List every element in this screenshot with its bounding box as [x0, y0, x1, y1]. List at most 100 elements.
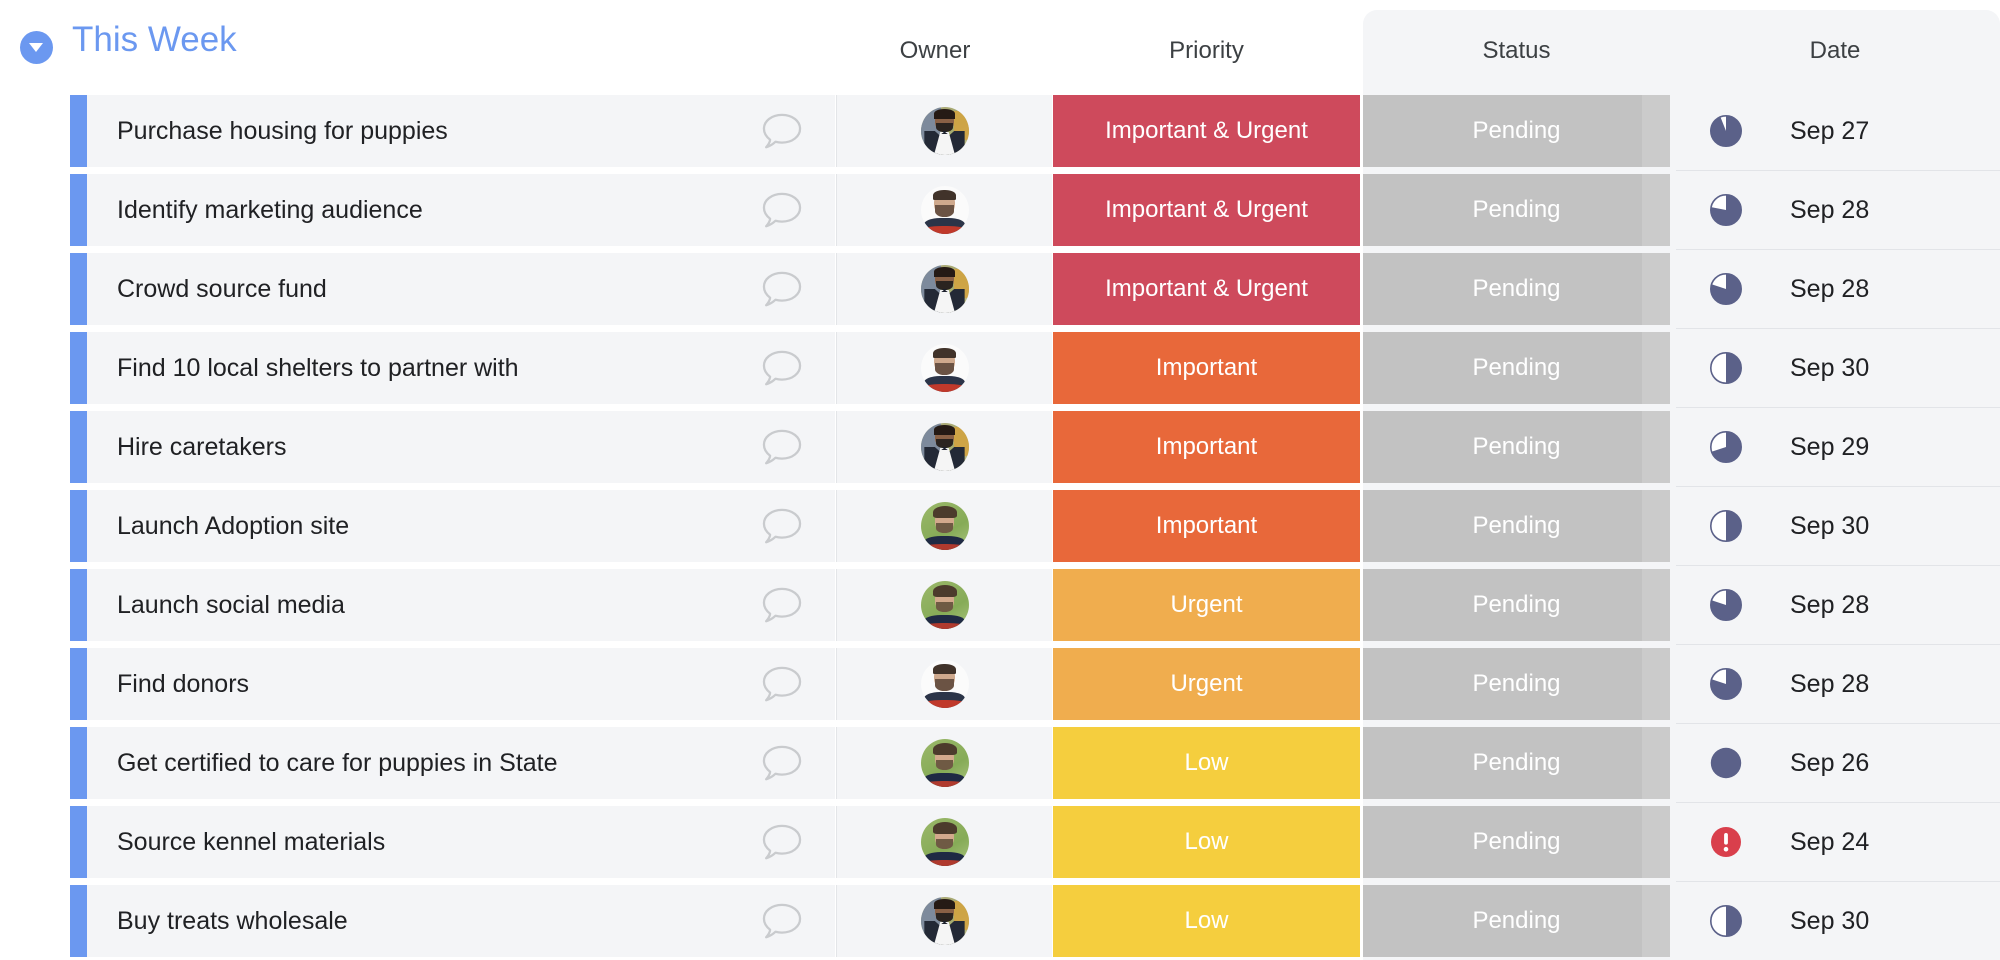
table-row[interactable]: Source kennel materials Low Pending Sep 24: [0, 806, 2000, 882]
date-cell[interactable]: Sep 28: [1676, 648, 2000, 720]
comment-bubble-icon[interactable]: [761, 112, 803, 150]
owner-cell[interactable]: [836, 727, 1052, 799]
comment-bubble-icon[interactable]: [761, 823, 803, 861]
task-name-cell[interactable]: Crowd source fund: [87, 253, 835, 325]
priority-cell[interactable]: Important & Urgent: [1053, 174, 1360, 246]
task-name-label: Find 10 local shelters to partner with: [117, 353, 519, 382]
task-name-cell[interactable]: Get certified to care for puppies in Sta…: [87, 727, 835, 799]
task-name-cell[interactable]: Launch Adoption site: [87, 490, 835, 562]
comment-bubble-icon[interactable]: [761, 586, 803, 624]
owner-cell[interactable]: [836, 490, 1052, 562]
date-cell[interactable]: Sep 30: [1676, 332, 2000, 404]
comment-bubble-icon[interactable]: [761, 349, 803, 387]
table-row[interactable]: Buy treats wholesale Low Pending Sep 30: [0, 885, 2000, 957]
date-cell[interactable]: Sep 27: [1676, 95, 2000, 167]
owner-cell[interactable]: [836, 806, 1052, 878]
task-name-cell[interactable]: Identify marketing audience: [87, 174, 835, 246]
table-row[interactable]: Identify marketing audience Important & U…: [0, 174, 2000, 250]
table-row[interactable]: Crowd source fund Important & Urgent Pendi…: [0, 253, 2000, 329]
date-cell[interactable]: Sep 28: [1676, 174, 2000, 246]
owner-cell[interactable]: [836, 253, 1052, 325]
task-name-cell[interactable]: Hire caretakers: [87, 411, 835, 483]
owner-cell[interactable]: [836, 411, 1052, 483]
owner-cell[interactable]: [836, 332, 1052, 404]
task-name-cell[interactable]: Buy treats wholesale: [87, 885, 835, 957]
status-label: Pending: [1472, 512, 1561, 539]
comment-bubble-icon[interactable]: [761, 191, 803, 229]
task-name-cell[interactable]: Find donors: [87, 648, 835, 720]
status-label: Pending: [1472, 275, 1561, 302]
comment-bubble-icon[interactable]: [761, 270, 803, 308]
chevron-down-circle-icon[interactable]: [20, 31, 53, 64]
status-cell[interactable]: Pending: [1363, 411, 1670, 483]
comment-bubble-icon[interactable]: [761, 428, 803, 466]
avatar[interactable]: [920, 660, 969, 708]
status-cell[interactable]: Pending: [1363, 95, 1670, 167]
avatar[interactable]: [920, 581, 969, 629]
priority-cell[interactable]: Urgent: [1053, 569, 1360, 641]
date-cell[interactable]: Sep 24: [1676, 806, 2000, 878]
status-cell[interactable]: Pending: [1363, 490, 1670, 562]
owner-cell[interactable]: [836, 569, 1052, 641]
status-cell[interactable]: Pending: [1363, 569, 1670, 641]
owner-cell[interactable]: [836, 95, 1052, 167]
table-row[interactable]: Get certified to care for puppies in Sta…: [0, 727, 2000, 803]
status-cell[interactable]: Pending: [1363, 727, 1670, 799]
avatar[interactable]: [920, 344, 969, 392]
column-header-owner[interactable]: Owner: [835, 37, 1035, 65]
avatar[interactable]: [920, 502, 969, 550]
table-row[interactable]: Launch social media Urgent Pending Sep 28: [0, 569, 2000, 645]
date-cell[interactable]: Sep 30: [1676, 490, 2000, 562]
date-cell[interactable]: Sep 30: [1676, 885, 2000, 957]
status-cell[interactable]: Pending: [1363, 648, 1670, 720]
owner-cell[interactable]: [836, 174, 1052, 246]
status-cell[interactable]: Pending: [1363, 174, 1670, 246]
table-row[interactable]: Find 10 local shelters to partner with Im…: [0, 332, 2000, 408]
priority-cell[interactable]: Important: [1053, 490, 1360, 562]
comment-bubble-icon[interactable]: [761, 665, 803, 703]
row-accent-stripe: [70, 885, 87, 957]
priority-cell[interactable]: Low: [1053, 727, 1360, 799]
date-cell[interactable]: Sep 28: [1676, 569, 2000, 641]
priority-cell[interactable]: Important: [1053, 411, 1360, 483]
status-cell[interactable]: Pending: [1363, 253, 1670, 325]
priority-cell[interactable]: Important: [1053, 332, 1360, 404]
owner-cell[interactable]: [836, 648, 1052, 720]
comment-bubble-icon[interactable]: [761, 902, 803, 940]
task-name-cell[interactable]: Source kennel materials: [87, 806, 835, 878]
column-header-priority[interactable]: Priority: [1053, 37, 1360, 65]
avatar[interactable]: [920, 897, 969, 945]
table-row[interactable]: Hire caretakers Important Pending Sep 29: [0, 411, 2000, 487]
avatar[interactable]: [920, 423, 969, 471]
date-cell[interactable]: Sep 26: [1676, 727, 2000, 799]
comment-bubble-icon[interactable]: [761, 744, 803, 782]
avatar[interactable]: [920, 265, 969, 313]
date-cell[interactable]: Sep 28: [1676, 253, 2000, 325]
priority-cell[interactable]: Low: [1053, 885, 1360, 957]
group-title[interactable]: This Week: [72, 20, 237, 60]
avatar[interactable]: [920, 739, 969, 787]
table-row[interactable]: Purchase housing for puppies Important & …: [0, 95, 2000, 171]
priority-cell[interactable]: Important & Urgent: [1053, 95, 1360, 167]
status-cell[interactable]: Pending: [1363, 332, 1670, 404]
priority-cell[interactable]: Low: [1053, 806, 1360, 878]
status-cell[interactable]: Pending: [1363, 806, 1670, 878]
owner-cell[interactable]: [836, 885, 1052, 957]
avatar[interactable]: [920, 107, 969, 155]
column-header-status[interactable]: Status: [1363, 37, 1670, 65]
task-name-cell[interactable]: Launch social media: [87, 569, 835, 641]
task-name-cell[interactable]: Purchase housing for puppies: [87, 95, 835, 167]
column-header-date[interactable]: Date: [1670, 37, 2000, 65]
status-label: Pending: [1472, 196, 1561, 223]
avatar[interactable]: [920, 818, 969, 866]
date-cell[interactable]: Sep 29: [1676, 411, 2000, 483]
table-row[interactable]: Launch Adoption site Important Pending Sep …: [0, 490, 2000, 566]
task-name-cell[interactable]: Find 10 local shelters to partner with: [87, 332, 835, 404]
table-row[interactable]: Find donors Urgent Pending Sep 28: [0, 648, 2000, 724]
pie-progress-icon: [1710, 510, 1742, 542]
status-cell[interactable]: Pending: [1363, 885, 1670, 957]
avatar[interactable]: [920, 186, 969, 234]
priority-cell[interactable]: Important & Urgent: [1053, 253, 1360, 325]
comment-bubble-icon[interactable]: [761, 507, 803, 545]
priority-cell[interactable]: Urgent: [1053, 648, 1360, 720]
